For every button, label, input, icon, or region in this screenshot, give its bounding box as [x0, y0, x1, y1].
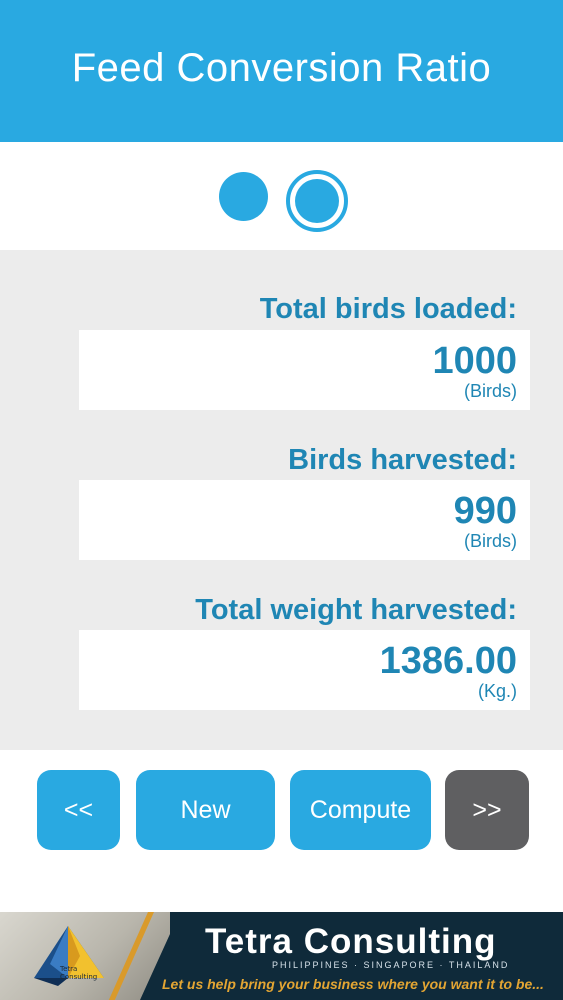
- banner-locations: PHILIPPINES · SINGAPORE · THAILAND: [272, 960, 510, 970]
- page-indicator: [0, 142, 563, 250]
- new-button[interactable]: New: [136, 770, 275, 850]
- logo-wordmark: Tetra Consulting: [60, 965, 98, 981]
- total-birds-loaded-label: Total birds loaded:: [259, 293, 517, 325]
- next-button[interactable]: >>: [445, 770, 529, 850]
- total-birds-loaded-field[interactable]: 1000 (Birds): [79, 330, 530, 410]
- total-weight-harvested-value[interactable]: 1386.00: [380, 640, 517, 683]
- total-weight-harvested-unit: (Kg.): [477, 681, 517, 701]
- birds-harvested-label: Birds harvested:: [288, 444, 517, 476]
- banner-company-name: Tetra Consulting: [205, 922, 497, 961]
- total-birds-loaded-unit: (Birds): [464, 381, 517, 401]
- page-dot-2-active[interactable]: [286, 170, 348, 232]
- tetra-logo-icon: [34, 926, 104, 986]
- app-header: Feed Conversion Ratio: [0, 0, 563, 142]
- page-title: Feed Conversion Ratio: [71, 45, 492, 90]
- birds-harvested-unit: (Birds): [464, 531, 517, 551]
- input-form: Total birds loaded: 1000 (Birds) Birds h…: [0, 250, 563, 750]
- total-weight-harvested-label: Total weight harvested:: [195, 594, 517, 626]
- birds-harvested-value[interactable]: 990: [454, 490, 517, 533]
- compute-button[interactable]: Compute: [290, 770, 431, 850]
- ad-banner[interactable]: Tetra Consulting Tetra Consulting PHILIP…: [0, 912, 563, 1000]
- page-dot-1[interactable]: [219, 172, 268, 221]
- total-birds-loaded-value[interactable]: 1000: [432, 340, 517, 383]
- birds-harvested-field[interactable]: 990 (Birds): [79, 480, 530, 560]
- total-weight-harvested-field[interactable]: 1386.00 (Kg.): [79, 630, 530, 710]
- page-dot-2-fill: [295, 179, 339, 223]
- banner-tagline: Let us help bring your business where yo…: [162, 976, 544, 992]
- back-button[interactable]: <<: [37, 770, 120, 850]
